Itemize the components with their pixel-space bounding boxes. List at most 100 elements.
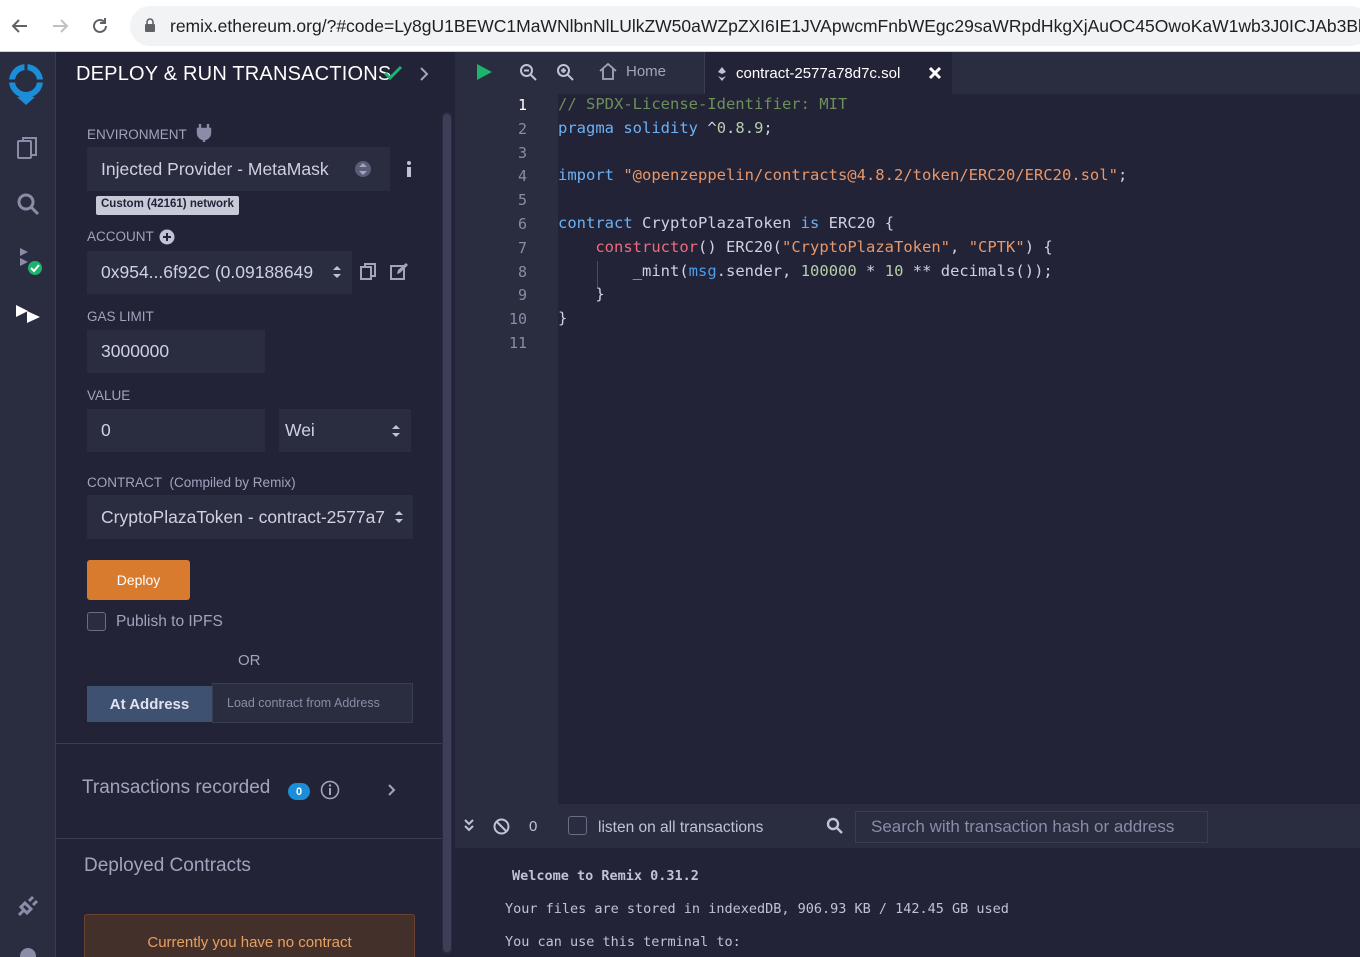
gas-limit-label: GAS LIMIT: [87, 309, 154, 324]
deployed-contracts-title: Deployed Contracts: [84, 855, 251, 876]
section-divider: [56, 743, 442, 744]
account-label: ACCOUNT: [87, 229, 154, 244]
terminal-search-input[interactable]: Search with transaction hash or address: [855, 811, 1208, 843]
search-icon: [826, 817, 843, 834]
tab-home[interactable]: Home: [598, 62, 666, 80]
account-value: 0x954...6f92C (0.09188649: [101, 262, 314, 282]
plug-icon: [196, 124, 212, 142]
terminal-usage: You can use this terminal to:: [505, 934, 741, 950]
terminal-welcome: Welcome to Remix 0.31.2: [512, 868, 699, 884]
publish-ipfs-label: Publish to IPFS: [116, 613, 223, 630]
add-account-icon[interactable]: [159, 229, 175, 245]
contract-label: CONTRACT (Compiled by Remix): [87, 475, 296, 490]
transactions-recorded-title[interactable]: Transactions recorded: [82, 777, 270, 799]
search-icon[interactable]: [8, 184, 48, 224]
code-editor[interactable]: [558, 94, 1360, 804]
section-divider: [56, 838, 442, 839]
or-label: OR: [238, 652, 261, 669]
environment-select[interactable]: Injected Provider - MetaMask: [87, 147, 390, 191]
line-number: 7: [517, 238, 527, 257]
run-play-icon[interactable]: [474, 62, 494, 82]
code-line: constructor() ERC20("CryptoPlazaToken", …: [595, 237, 1053, 256]
select-arrows-icon: [392, 425, 400, 437]
tab-home-label: Home: [626, 62, 667, 80]
zoom-in-icon[interactable]: [556, 63, 574, 81]
panel-scroll-thumb[interactable]: [443, 114, 451, 952]
value-amount: 0: [101, 420, 111, 440]
address-bar[interactable]: remix.ethereum.org/?#code=Ly8gU1BEWC1MaW…: [130, 6, 1360, 46]
publish-ipfs-checkbox[interactable]: [87, 612, 106, 631]
code-line: // SPDX-License-Identifier: MIT: [558, 95, 848, 113]
back-arrow-icon[interactable]: [6, 12, 34, 40]
select-arrows-icon: [395, 511, 403, 523]
environment-value: Injected Provider - MetaMask: [101, 158, 329, 179]
reload-icon[interactable]: [86, 12, 114, 40]
line-number: 11: [508, 334, 527, 352]
contract-select[interactable]: CryptoPlazaToken - contract-2577a7: [87, 495, 413, 539]
account-select[interactable]: 0x954...6f92C (0.09188649: [87, 251, 352, 294]
code-line: _mint(msg.sender, 100000 * 10 ** decimal…: [632, 261, 1053, 280]
line-number: 10: [508, 310, 527, 329]
lock-icon: [145, 18, 155, 32]
listen-all-checkbox[interactable]: [568, 816, 587, 835]
line-number: 8: [517, 262, 527, 281]
code-line: pragma solidity ^0.8.9;: [558, 118, 773, 137]
forward-arrow-icon[interactable]: [46, 12, 74, 40]
code-line: import "@openzeppelin/contracts@4.8.2/to…: [558, 166, 1128, 185]
transactions-count-badge: 0: [288, 783, 310, 800]
code-line: }: [558, 309, 568, 328]
chevron-right-icon[interactable]: [418, 66, 430, 82]
environment-label: ENVIRONMENT: [87, 127, 187, 142]
line-number: 9: [517, 286, 527, 305]
select-arrows-icon: [355, 161, 371, 177]
info-icon[interactable]: [404, 160, 414, 178]
home-icon: [599, 62, 617, 80]
chevron-double-down-icon[interactable]: [463, 818, 475, 832]
remix-logo-icon[interactable]: [2, 60, 50, 108]
url-text: remix.ethereum.org/?#code=Ly8gU1BEWC1MaW…: [170, 16, 1360, 36]
plugin-manager-icon[interactable]: [8, 886, 48, 926]
solidity-file-icon: [718, 67, 726, 81]
line-number: 3: [517, 143, 527, 162]
line-number: 4: [517, 167, 527, 186]
file-explorer-icon[interactable]: [8, 128, 48, 168]
value-label: VALUE: [87, 388, 131, 403]
at-address-button[interactable]: At Address: [87, 686, 212, 722]
line-number: 5: [517, 191, 527, 210]
terminal-storage: Your files are stored in indexedDB, 906.…: [505, 901, 1009, 917]
browser-toolbar: remix.ethereum.org/?#code=Ly8gU1BEWC1MaW…: [0, 0, 1360, 52]
code-line: contract CryptoPlazaToken is ERC20 {: [558, 214, 895, 232]
listen-all-label: listen on all transactions: [598, 819, 764, 836]
pending-count: 0: [529, 818, 538, 835]
deploy-run-icon[interactable]: [8, 294, 48, 334]
line-number: 6: [517, 215, 527, 233]
copy-icon[interactable]: [360, 263, 376, 280]
panel-title: DEPLOY & RUN TRANSACTIONS: [76, 63, 392, 85]
code-line: }: [595, 285, 605, 304]
close-icon[interactable]: [928, 66, 942, 80]
chevron-right-icon[interactable]: [387, 783, 397, 797]
tab-contract-file-label: contract-2577a78d7c.sol: [736, 65, 901, 82]
deploy-button[interactable]: Deploy: [87, 560, 190, 600]
zoom-out-icon[interactable]: [519, 63, 537, 81]
contract-value: CryptoPlazaToken - contract-2577a7: [101, 506, 386, 527]
network-badge: Custom (42161) network: [96, 196, 239, 215]
select-arrows-icon: [333, 266, 341, 278]
clear-ban-icon[interactable]: [493, 818, 510, 835]
compiler-icon[interactable]: [8, 240, 48, 280]
at-address-input[interactable]: Load contract from Address: [212, 683, 413, 723]
contract-sub-label: (Compiled by Remix): [169, 475, 296, 490]
settings-icon[interactable]: [8, 936, 48, 957]
gas-limit-input[interactable]: 3000000: [87, 330, 265, 373]
value-input[interactable]: 0: [87, 409, 265, 452]
edit-icon[interactable]: [390, 263, 408, 280]
info-circle-icon[interactable]: [320, 780, 340, 800]
indent-guide: [597, 261, 598, 287]
check-icon: [383, 65, 403, 81]
icon-panel: [0, 52, 56, 957]
line-number: 2: [517, 119, 527, 138]
contract-label-text: CONTRACT: [87, 475, 162, 490]
line-number: 1: [517, 96, 527, 114]
value-unit: Wei: [285, 420, 315, 440]
gas-limit-value: 3000000: [101, 341, 170, 361]
